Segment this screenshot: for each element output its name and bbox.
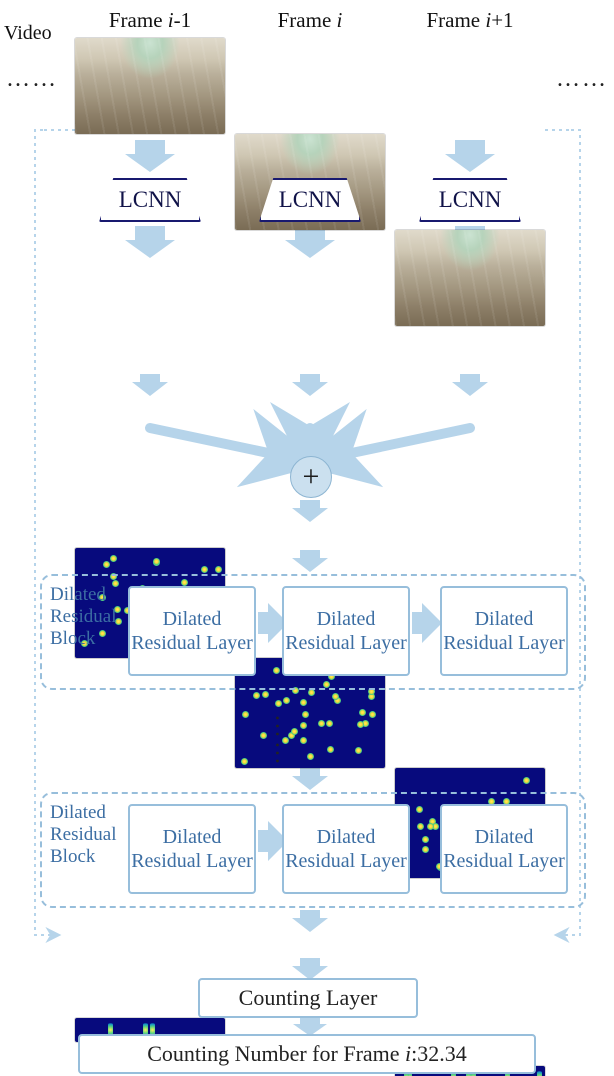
drb1-layer-1: Dilated Residual Layer xyxy=(128,586,256,676)
video-label: Video xyxy=(4,22,52,45)
video-frame-2 xyxy=(395,230,545,326)
drbn-layer-1: Dilated Residual Layer xyxy=(128,804,256,894)
frame-caption-1: Frame i xyxy=(245,8,375,33)
frame-caption-2: Frame i+1 xyxy=(405,8,535,33)
left-ellipsis: …… xyxy=(6,66,58,93)
drbn-label: Dilated Residual Block xyxy=(50,802,117,868)
drbn-layer-2: Dilated Residual Layer xyxy=(282,804,410,894)
counting-output: Counting Number for Frame i: 32.34 xyxy=(78,1034,536,1074)
lcnn-module-2: LCNN xyxy=(419,178,521,222)
lcnn-module-1: LCNN xyxy=(259,178,361,222)
fusion-sum-node: + xyxy=(290,456,332,498)
frame-caption-0: Frame i-1 xyxy=(85,8,215,33)
blocks-ellipsis: …… xyxy=(269,714,296,768)
right-ellipsis: …… xyxy=(556,66,608,93)
counting-output-value: 32.34 xyxy=(417,1041,467,1067)
drb1-layer-2: Dilated Residual Layer xyxy=(282,586,410,676)
video-frame-0 xyxy=(75,38,225,134)
lcnn-module-0: LCNN xyxy=(99,178,201,222)
drb1-layer-3: Dilated Residual Layer xyxy=(440,586,568,676)
drbn-layer-3: Dilated Residual Layer xyxy=(440,804,568,894)
counting-layer: Counting Layer xyxy=(198,978,418,1018)
drb1-label: Dilated Residual Block xyxy=(50,584,117,650)
counting-output-prefix: Counting Number for Frame i: xyxy=(147,1041,417,1067)
